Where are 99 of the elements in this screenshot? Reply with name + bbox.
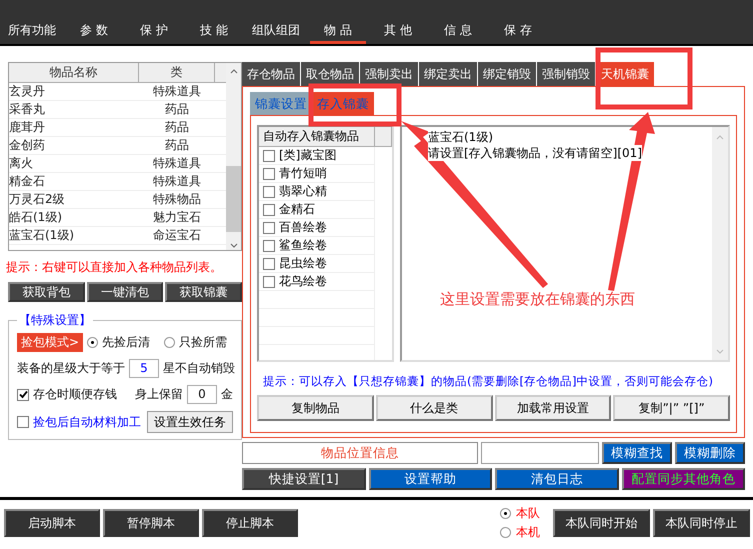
scrollbar[interactable]: [226, 63, 241, 250]
annotation-text: 这里设置需要放在锦囊的东西: [440, 290, 635, 309]
checkbox[interactable]: [263, 240, 275, 252]
table-cell-text: 特殊道具: [152, 173, 202, 190]
checkbox[interactable]: [263, 258, 275, 270]
team-button[interactable]: 本队同时停止: [653, 509, 750, 537]
list-item[interactable]: [类]藏宝图: [279, 147, 336, 164]
table-cell-text: 蓝宝石(1级): [9, 227, 75, 244]
menu-tab[interactable]: 参 数: [66, 22, 122, 44]
radio-button[interactable]: [164, 337, 176, 348]
input-field[interactable]: 0: [187, 385, 217, 404]
list-item[interactable]: 百兽绘卷: [279, 219, 327, 236]
list-item[interactable]: 昆虫绘卷: [279, 255, 327, 272]
field-label: 金: [221, 386, 233, 403]
action-button[interactable]: 加载常用设置: [494, 395, 612, 421]
radio-button[interactable]: [87, 337, 98, 348]
table-cell-text: 药品: [164, 119, 190, 136]
menu-tab[interactable]: 组队组团: [246, 22, 306, 44]
field-label: 装备的星级大于等于: [17, 360, 125, 377]
table-cell-text: 皓石(1级): [9, 209, 63, 226]
table-cell-text: 金创药: [9, 137, 46, 154]
checkbox[interactable]: [263, 276, 275, 288]
action-button[interactable]: 复制物品: [257, 395, 374, 421]
table-cell-text: 采香丸: [9, 101, 46, 118]
hint-text: 提示：右键可以直接加入各种物品列表。: [6, 259, 223, 276]
action-button[interactable]: 获取锦囊: [165, 282, 242, 302]
checkbox[interactable]: [17, 388, 29, 400]
column-header[interactable]: 类: [139, 63, 215, 83]
menu-tab[interactable]: 保 护: [126, 22, 182, 44]
table-cell-text: 精金石: [9, 173, 46, 190]
action-button[interactable]: 清包日志: [495, 468, 618, 490]
table-cell-text: 药品: [164, 137, 190, 154]
action-button[interactable]: 配置同步其他角色: [622, 468, 745, 490]
table-cell-text: 命运宝石: [152, 227, 202, 244]
team-button[interactable]: 本队同时开始: [553, 509, 650, 537]
radio-label: 本队: [516, 505, 540, 522]
table-cell-text: 离火: [9, 155, 34, 172]
search-button[interactable]: 模糊查找: [602, 442, 672, 464]
tab[interactable]: 强制卖出: [360, 62, 418, 86]
column-header[interactable]: 自动存入锦囊物品: [259, 127, 375, 147]
checkbox[interactable]: [263, 204, 275, 216]
checkbox[interactable]: [263, 150, 275, 162]
checkbox[interactable]: [17, 416, 29, 428]
field-label: 身上保留: [135, 386, 183, 403]
action-button[interactable]: 快捷设置[1]: [242, 468, 366, 490]
checkbox[interactable]: [263, 186, 275, 198]
list-item[interactable]: 金精石: [279, 201, 315, 218]
menu-tab[interactable]: 保 存: [490, 22, 546, 44]
table-cell-text: 万灵石2级: [9, 191, 66, 208]
tab[interactable]: 存仓物品: [242, 62, 300, 86]
menu-tab[interactable]: 信 息: [430, 22, 486, 44]
action-button[interactable]: 获取背包: [8, 282, 85, 302]
menu-tab[interactable]: 所有功能: [2, 22, 62, 44]
radio-label: 本机: [516, 524, 540, 541]
menu-tab[interactable]: 技 能: [186, 22, 242, 44]
field-label: 星不自动销毁: [163, 360, 235, 377]
scroll-up-icon[interactable]: [230, 69, 238, 74]
input-field[interactable]: 5: [129, 359, 159, 378]
table-cell-text: 特殊道具: [152, 155, 202, 172]
scroll-down-icon[interactable]: [230, 243, 238, 248]
info-field: 物品位置信息: [242, 442, 478, 464]
radio-button[interactable]: [500, 508, 511, 519]
search-field[interactable]: [481, 442, 599, 464]
checkbox[interactable]: [263, 222, 275, 234]
list-item[interactable]: 鲨鱼绘卷: [279, 237, 327, 254]
list-item[interactable]: 青竹短哨: [279, 165, 327, 182]
list-item[interactable]: 翡翠心精: [279, 183, 327, 200]
checkbox[interactable]: [263, 168, 275, 180]
table-cell-text: 药品: [164, 101, 190, 118]
tab[interactable]: 绑定卖出: [419, 62, 477, 86]
table-cell-text: 鹿茸丹: [9, 119, 46, 136]
mode-label: 捡包模式>: [17, 333, 84, 352]
tab[interactable]: 绑定销毁: [478, 62, 536, 86]
table-cell-text: 特殊物品: [152, 191, 202, 208]
radio-label: 先捡后清: [102, 334, 150, 351]
action-button[interactable]: 设置帮助: [368, 468, 492, 490]
column-header[interactable]: 物品名称: [9, 63, 139, 83]
action-button[interactable]: 一键清包: [86, 282, 164, 302]
script-button[interactable]: 启动脚本: [4, 509, 100, 537]
checkbox-label: 捡包后自动材料加工: [33, 414, 141, 430]
search-button[interactable]: 模糊删除: [675, 442, 745, 464]
action-button[interactable]: 什么是类: [376, 395, 492, 421]
menu-tab[interactable]: 物 品: [310, 22, 366, 44]
task-button[interactable]: 设置生效任务: [147, 411, 233, 433]
menu-tab[interactable]: 其 他: [370, 22, 426, 44]
hint-text: 提示：可以存入【只想存锦囊】的物品(需要删除[存仓物品]中设置，否则可能会存仓): [263, 374, 714, 389]
checkbox-label: 存仓时顺便存钱: [33, 386, 117, 403]
group-title: 【特殊设置】: [18, 312, 92, 329]
action-button[interactable]: 复制”|” ”[]”: [613, 395, 730, 421]
tab[interactable]: 取仓物品: [301, 62, 359, 86]
radio-label: 只捡所需: [179, 334, 228, 351]
list-item[interactable]: 花鸟绘卷: [279, 273, 327, 290]
script-button[interactable]: 停止脚本: [202, 509, 298, 537]
table-cell-text: 玄灵丹: [9, 83, 46, 100]
radio-button[interactable]: [500, 527, 511, 538]
script-button[interactable]: 暂停脚本: [103, 509, 199, 537]
table-cell-text: 特殊道具: [152, 83, 202, 100]
tab[interactable]: 强制销毁: [537, 62, 595, 86]
table-cell-text: 魅力宝石: [152, 209, 202, 226]
